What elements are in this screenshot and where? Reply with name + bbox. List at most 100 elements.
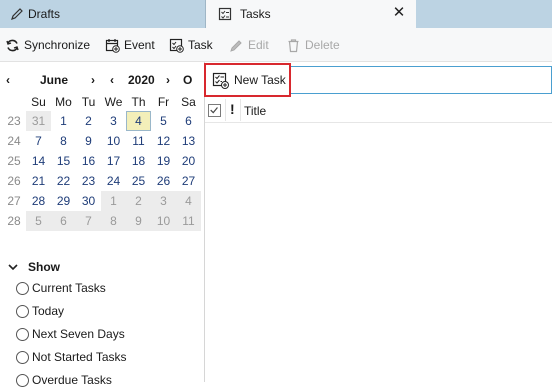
filter-option-next-seven-days[interactable]: Next Seven Days [16, 327, 125, 341]
calendar-day[interactable]: 11 [176, 211, 201, 231]
weekday-label: Th [131, 95, 146, 109]
weekday-label: Su [31, 95, 46, 109]
calendar-day[interactable]: 21 [26, 171, 51, 191]
calendar-day[interactable]: 11 [126, 131, 151, 151]
minimonth-header: ‹ June › ‹ 2020 › O [0, 71, 204, 89]
calendar-day[interactable]: 8 [51, 131, 76, 151]
year-label[interactable]: 2020 [128, 71, 155, 89]
filter-option-today[interactable]: Today [16, 304, 64, 318]
new-task-button[interactable]: New Task [204, 63, 291, 97]
calendar-day-today[interactable]: 4 [126, 111, 151, 131]
calendar-day[interactable]: 3 [101, 111, 126, 131]
calendar-day[interactable]: 1 [101, 191, 126, 211]
calendar-day[interactable]: 23 [76, 171, 101, 191]
radio-circle[interactable] [16, 373, 29, 387]
next-year-button[interactable]: › [166, 71, 170, 89]
prev-month-button[interactable]: ‹ [6, 71, 10, 89]
weekday-label: Fr [157, 95, 170, 109]
pencil-icon [11, 8, 23, 20]
prev-year-button[interactable]: ‹ [110, 71, 114, 89]
calendar-day[interactable]: 4 [176, 191, 201, 211]
filter-option-current[interactable]: Current Tasks [16, 281, 106, 295]
calendar-day[interactable]: 7 [26, 131, 51, 151]
calendar-day[interactable]: 2 [76, 111, 101, 131]
week-number: 28 [7, 214, 21, 228]
new-task-toolbar-button[interactable]: Task [169, 36, 213, 54]
next-month-button[interactable]: › [91, 71, 95, 89]
show-section-toggle[interactable]: Show [8, 260, 60, 274]
today-button[interactable]: O [183, 71, 192, 89]
filter-option-label: Next Seven Days [32, 327, 125, 341]
calendar-day[interactable]: 5 [151, 111, 176, 131]
week-number: 25 [7, 154, 21, 168]
tasks-icon [218, 7, 232, 21]
close-icon[interactable]: ✕ [392, 5, 406, 20]
calendar-day[interactable]: 25 [126, 171, 151, 191]
week-number: 23 [7, 114, 21, 128]
filter-option-not-started[interactable]: Not Started Tasks [16, 350, 127, 364]
calendar-day[interactable]: 16 [76, 151, 101, 171]
delete-button[interactable]: Delete [286, 36, 340, 54]
filter-option-label: Today [32, 304, 65, 318]
priority-column-header[interactable]: ! [230, 101, 235, 117]
filter-option-label: Current Tasks [32, 281, 106, 295]
weekday-label: Mo [55, 95, 72, 109]
weekday-label: We [104, 95, 123, 109]
filter-option-overdue[interactable]: Overdue Tasks [16, 373, 112, 387]
calendar-day[interactable]: 24 [101, 171, 126, 191]
calendar-day[interactable]: 30 [76, 191, 101, 211]
calendar-day[interactable]: 13 [176, 131, 201, 151]
calendar-day[interactable]: 22 [51, 171, 76, 191]
trash-icon [288, 38, 299, 52]
calendar-day[interactable]: 12 [151, 131, 176, 151]
calendar-day[interactable]: 9 [126, 211, 151, 231]
new-event-button[interactable]: Event [105, 36, 155, 54]
calendar-day[interactable]: 6 [176, 111, 201, 131]
chevron-down-icon [8, 264, 18, 271]
calendar-day[interactable]: 20 [176, 151, 201, 171]
completed-column-header[interactable] [208, 104, 221, 117]
task-add-icon [169, 38, 184, 53]
calendar-day[interactable]: 31 [26, 111, 51, 131]
calendar-day[interactable]: 2 [126, 191, 151, 211]
radio-circle[interactable] [16, 304, 29, 318]
calendar-day[interactable]: 10 [101, 131, 126, 151]
calendar-day[interactable]: 5 [26, 211, 51, 231]
calendar-day[interactable]: 9 [76, 131, 101, 151]
left-pane: ‹ June › ‹ 2020 › O Su Mo Tu We Th Fr Sa… [0, 62, 204, 387]
calendar-day[interactable]: 17 [101, 151, 126, 171]
calendar-day[interactable]: 3 [151, 191, 176, 211]
event-label: Event [124, 38, 155, 52]
calendar-day[interactable]: 15 [51, 151, 76, 171]
calendar-day[interactable]: 7 [76, 211, 101, 231]
tab-tasks[interactable]: Tasks ✕ [206, 0, 416, 28]
calendar-day[interactable]: 1 [51, 111, 76, 131]
calendar-add-icon [105, 38, 120, 53]
calendar-day[interactable]: 18 [126, 151, 151, 171]
calendar-day[interactable]: 10 [151, 211, 176, 231]
calendar-day[interactable]: 19 [151, 151, 176, 171]
calendar-day[interactable]: 29 [51, 191, 76, 211]
delete-label: Delete [305, 38, 340, 52]
calendar-day[interactable]: 27 [176, 171, 201, 191]
column-divider[interactable] [240, 99, 241, 121]
calendar-day[interactable]: 26 [151, 171, 176, 191]
week-number: 26 [7, 174, 21, 188]
edit-label: Edit [248, 38, 269, 52]
synchronize-button[interactable]: Synchronize [5, 36, 90, 54]
calendar-day[interactable]: 8 [101, 211, 126, 231]
radio-circle[interactable] [16, 281, 29, 295]
calendar-day[interactable]: 14 [26, 151, 51, 171]
edit-button[interactable]: Edit [229, 36, 269, 54]
month-label[interactable]: June [40, 71, 68, 89]
radio-circle[interactable] [16, 327, 29, 341]
calendar-day[interactable]: 28 [26, 191, 51, 211]
quick-add-task-input[interactable] [291, 66, 552, 94]
column-divider[interactable] [225, 99, 226, 121]
radio-circle[interactable] [16, 350, 29, 364]
week-row: 26 21 22 23 24 25 26 27 [0, 171, 200, 191]
title-column-header[interactable]: Title [244, 104, 266, 118]
tab-drafts[interactable]: Drafts [0, 0, 205, 28]
calendar-day[interactable]: 6 [51, 211, 76, 231]
show-heading: Show [28, 260, 60, 274]
